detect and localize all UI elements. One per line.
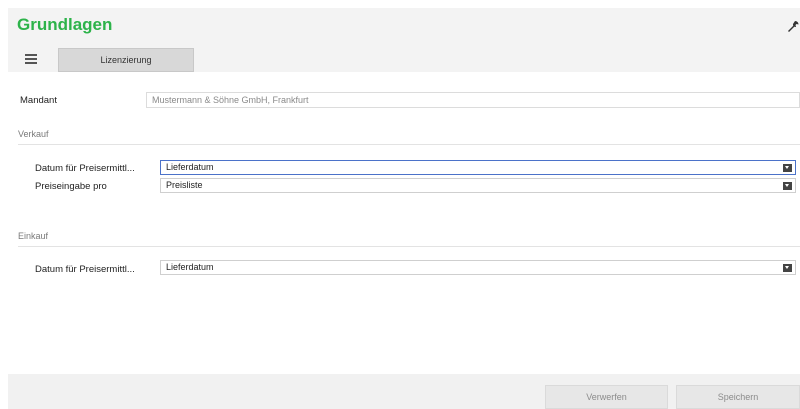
- chevron-down-icon[interactable]: [783, 264, 792, 272]
- tab-lizenzierung[interactable]: Lizenzierung: [58, 48, 194, 72]
- einkauf-datum-label: Datum für Preisermittl...: [35, 264, 135, 275]
- mandant-field: Mustermann & Söhne GmbH, Frankfurt: [146, 92, 800, 108]
- mandant-label: Mandant: [20, 95, 57, 106]
- einkauf-datum-value: Lieferdatum: [166, 262, 214, 272]
- verkauf-datum-select[interactable]: Lieferdatum: [160, 160, 796, 175]
- section-verkauf-label: Verkauf: [18, 129, 49, 139]
- preiseingabe-value: Preisliste: [166, 180, 203, 190]
- preiseingabe-label: Preiseingabe pro: [35, 181, 107, 192]
- section-verkauf-divider: [18, 144, 800, 145]
- wrench-icon[interactable]: [786, 20, 800, 34]
- section-einkauf-divider: [18, 246, 800, 247]
- verkauf-datum-label: Datum für Preisermittl...: [35, 163, 135, 174]
- hamburger-menu-icon[interactable]: [23, 50, 43, 66]
- preiseingabe-select[interactable]: Preisliste: [160, 178, 796, 193]
- save-button[interactable]: Speichern: [676, 385, 800, 409]
- chevron-down-icon[interactable]: [783, 182, 792, 190]
- chevron-down-icon[interactable]: [783, 164, 792, 172]
- verkauf-datum-value: Lieferdatum: [166, 162, 214, 172]
- einkauf-datum-select[interactable]: Lieferdatum: [160, 260, 796, 275]
- section-einkauf-label: Einkauf: [18, 231, 49, 241]
- page-title: Grundlagen: [17, 15, 113, 34]
- discard-button[interactable]: Verwerfen: [545, 385, 668, 409]
